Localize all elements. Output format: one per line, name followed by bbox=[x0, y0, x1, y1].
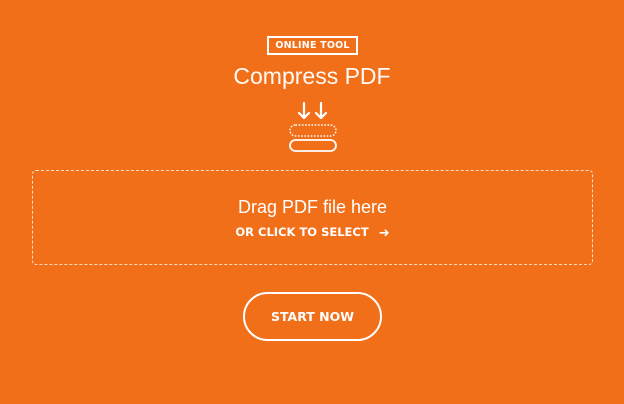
start-now-button[interactable]: START NOW bbox=[243, 292, 382, 341]
compress-icon bbox=[289, 101, 337, 152]
select-file-label: OR CLICK TO SELECT bbox=[235, 225, 369, 239]
dropzone-title: Drag PDF file here bbox=[237, 197, 388, 217]
select-file-link[interactable]: OR CLICK TO SELECT ➜ bbox=[33, 223, 592, 243]
online-tool-badge: ONLINE TOOL bbox=[267, 36, 358, 55]
arrow-right-icon: ➜ bbox=[378, 226, 390, 241]
file-dropzone[interactable]: Drag PDF file here OR CLICK TO SELECT ➜ bbox=[32, 170, 593, 265]
page-title: Compress PDF bbox=[233, 63, 391, 89]
